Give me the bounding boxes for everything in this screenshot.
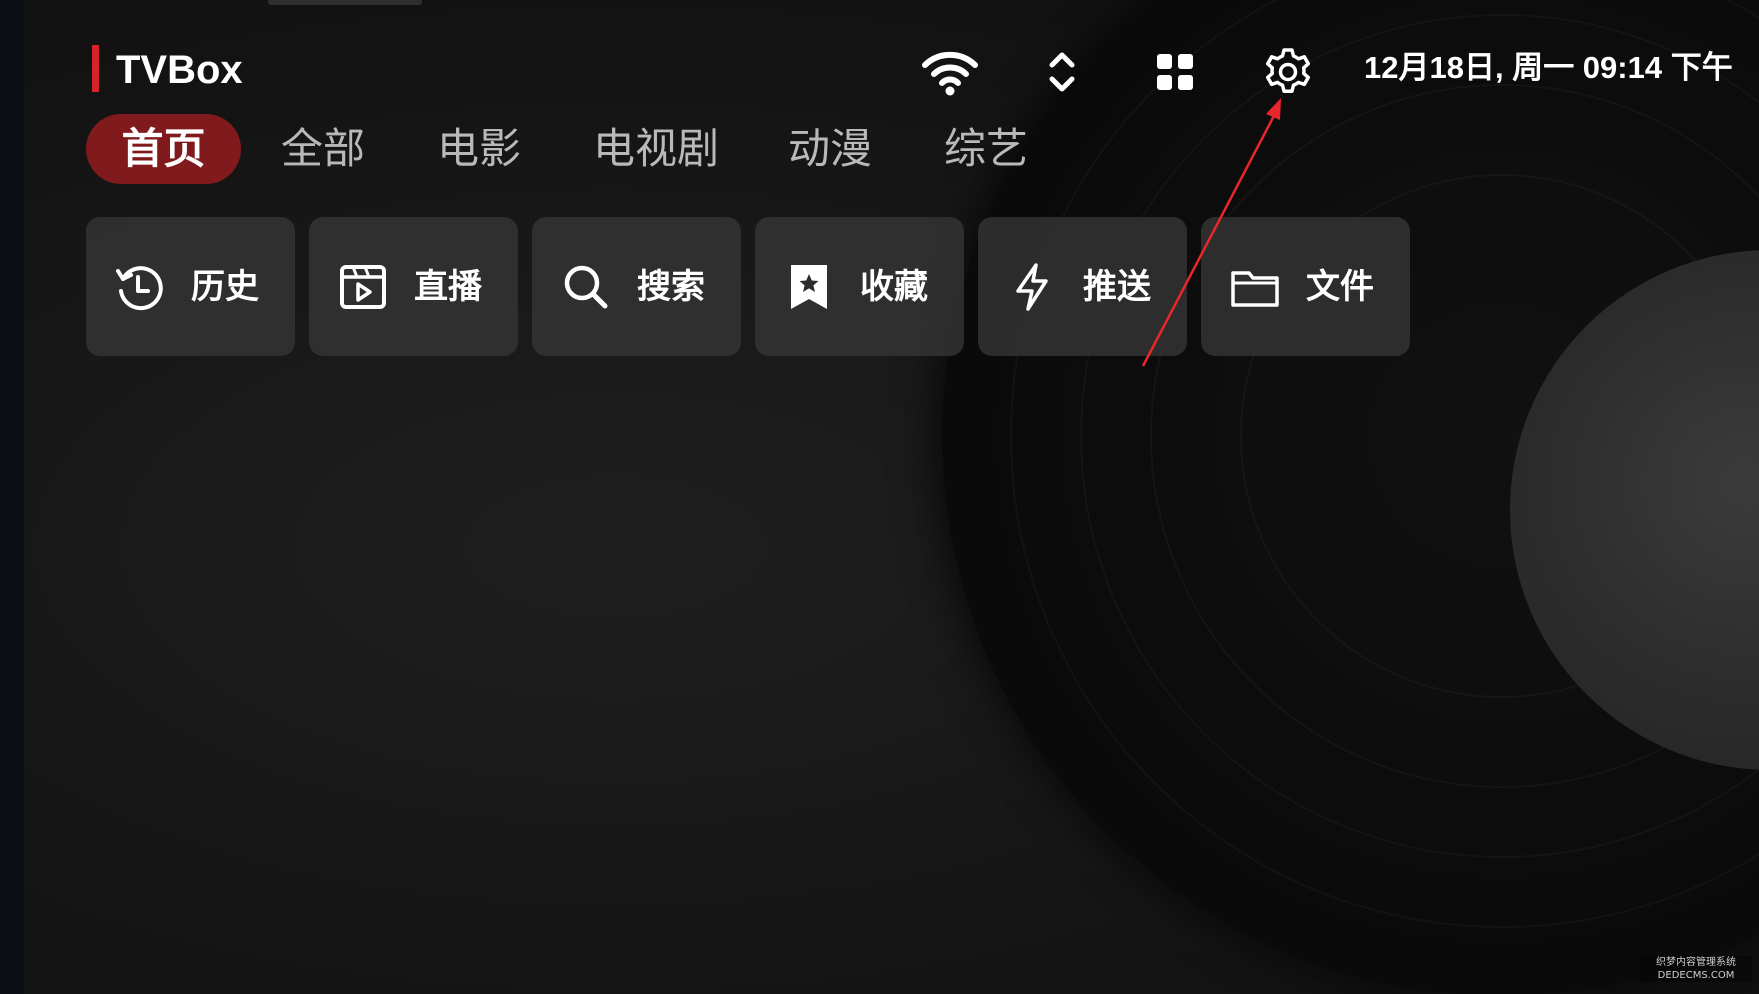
top-indicator — [268, 0, 422, 5]
bookmark-star-icon — [783, 261, 835, 313]
watermark-line1: 织梦内容管理系统 — [1656, 957, 1736, 968]
files-button[interactable]: 文件 — [1201, 217, 1410, 356]
left-edge-strip — [0, 0, 24, 994]
wifi-icon[interactable] — [920, 42, 980, 102]
grid-icon[interactable] — [1145, 42, 1205, 102]
live-button[interactable]: 直播 — [309, 217, 518, 356]
live-tv-icon — [337, 261, 389, 313]
push-button[interactable]: 推送 — [978, 217, 1187, 356]
tab-all[interactable]: 全部 — [273, 114, 373, 184]
watermark: 织梦内容管理系统 DEDECMS.COM — [1640, 956, 1752, 982]
gear-icon[interactable] — [1258, 42, 1318, 102]
history-label: 历史 — [191, 267, 259, 307]
tab-movies[interactable]: 电影 — [429, 114, 529, 184]
search-icon — [560, 261, 612, 313]
favorites-button[interactable]: 收藏 — [755, 217, 964, 356]
watermark-line2: DEDECMS.COM — [1657, 970, 1735, 981]
date-time-display: 12月18日, 周一 09:14 下午 — [1364, 50, 1733, 85]
history-icon — [114, 261, 166, 313]
app-title: TVBox — [116, 48, 243, 92]
search-button[interactable]: 搜索 — [532, 217, 741, 356]
history-button[interactable]: 历史 — [86, 217, 295, 356]
lightning-icon — [1006, 261, 1058, 313]
tab-tv-series[interactable]: 电视剧 — [586, 114, 726, 184]
files-label: 文件 — [1306, 267, 1374, 307]
favorites-label: 收藏 — [860, 267, 928, 307]
sort-icon[interactable] — [1032, 42, 1092, 102]
tab-variety[interactable]: 综艺 — [936, 114, 1036, 184]
brand-accent-bar — [92, 45, 99, 92]
tab-home[interactable]: 首页 — [86, 114, 241, 184]
live-label: 直播 — [414, 267, 482, 307]
push-label: 推送 — [1083, 267, 1151, 307]
tvbox-home-screen: TVBox 12月18日, 周一 09:14 下午 首页 全部 电影 电视剧 动… — [0, 0, 1759, 994]
search-label: 搜索 — [637, 267, 705, 307]
folder-icon — [1229, 261, 1281, 313]
tab-anime[interactable]: 动漫 — [780, 114, 880, 184]
